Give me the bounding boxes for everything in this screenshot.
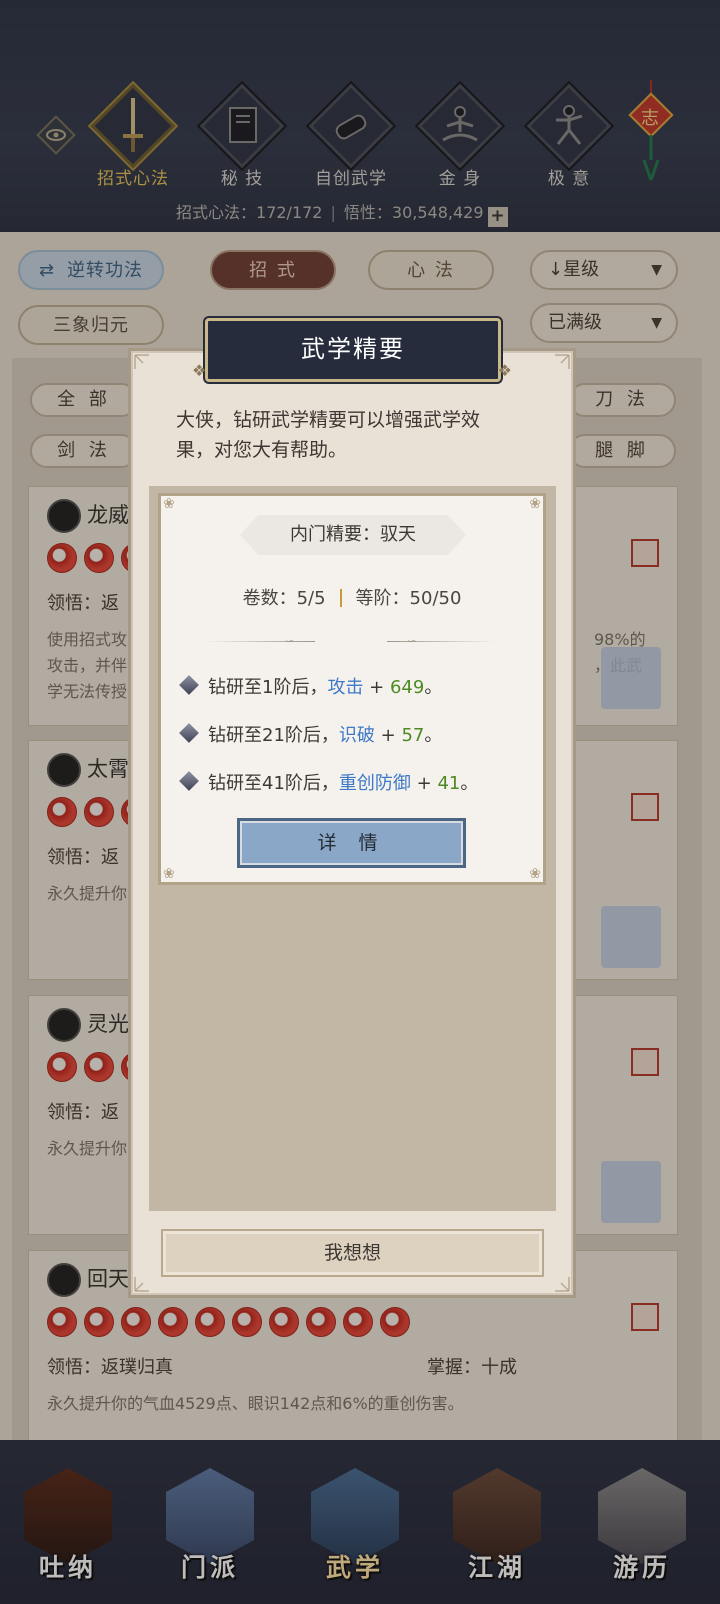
- bonus-line: 钻研至1阶后，攻击 + 649。: [179, 673, 443, 699]
- separator-bar: [339, 589, 342, 607]
- panel-corner-ornament: ❀: [163, 496, 175, 512]
- volumes-value: 5/5: [296, 588, 326, 609]
- volumes-label: 卷数：: [242, 588, 297, 609]
- bonus-value: 57: [401, 725, 425, 746]
- panel-corner-ornament: ❀: [529, 496, 541, 512]
- bonus-value: 41: [437, 773, 461, 794]
- corner-ornament: [134, 354, 149, 369]
- corner-ornament: [134, 1277, 149, 1292]
- volumes-rank-line: 卷数：5/5 等阶：50/50: [158, 584, 546, 610]
- bonus-prefix: 钻研至41阶后，: [208, 773, 339, 794]
- bonus-line: 钻研至41阶后，重创防御 + 41。: [179, 769, 479, 795]
- gem-bullet-icon: [179, 723, 199, 743]
- bonus-attribute: 识破: [338, 725, 375, 746]
- bonus-line: 钻研至21阶后，识破 + 57。: [179, 721, 443, 747]
- ornamental-divider: ∽ ∽: [205, 634, 497, 648]
- bonus-suffix: 。: [460, 773, 479, 794]
- panel-corner-ornament: ❀: [163, 866, 175, 882]
- details-button[interactable]: 详 情: [237, 818, 466, 868]
- bonus-suffix: 。: [424, 725, 443, 746]
- bonus-value: 649: [389, 677, 425, 698]
- corner-ornament: [555, 354, 570, 369]
- rank-value: 50/50: [409, 588, 462, 609]
- bonus-plus: +: [374, 725, 402, 746]
- bonus-attribute: 重创防御: [338, 773, 411, 794]
- title-ornament-left: ❖: [192, 361, 209, 380]
- bonus-plus: +: [363, 677, 390, 698]
- think-it-over-button[interactable]: 我想想: [161, 1229, 544, 1277]
- dialog-title-text: 武学精要: [301, 335, 405, 363]
- essence-subtitle: 内门精要：驭天: [240, 515, 466, 555]
- bonus-prefix: 钻研至1阶后，: [208, 677, 328, 698]
- bonus-prefix: 钻研至21阶后，: [208, 725, 339, 746]
- gem-bullet-icon: [179, 771, 199, 791]
- gem-bullet-icon: [179, 675, 199, 695]
- corner-ornament: [555, 1277, 570, 1292]
- panel-corner-ornament: ❀: [529, 866, 541, 882]
- dialog-intro-text: 大侠，钻研武学精要可以增强武学效果，对您大有帮助。: [176, 409, 481, 461]
- dialog-title: ❖ 武学精要 ❖: [192, 318, 512, 382]
- bonus-suffix: 。: [424, 677, 443, 698]
- rank-label: 等阶：: [355, 588, 410, 609]
- title-ornament-right: ❖: [497, 361, 514, 380]
- bonus-plus: +: [410, 773, 438, 794]
- bonus-attribute: 攻击: [327, 677, 364, 698]
